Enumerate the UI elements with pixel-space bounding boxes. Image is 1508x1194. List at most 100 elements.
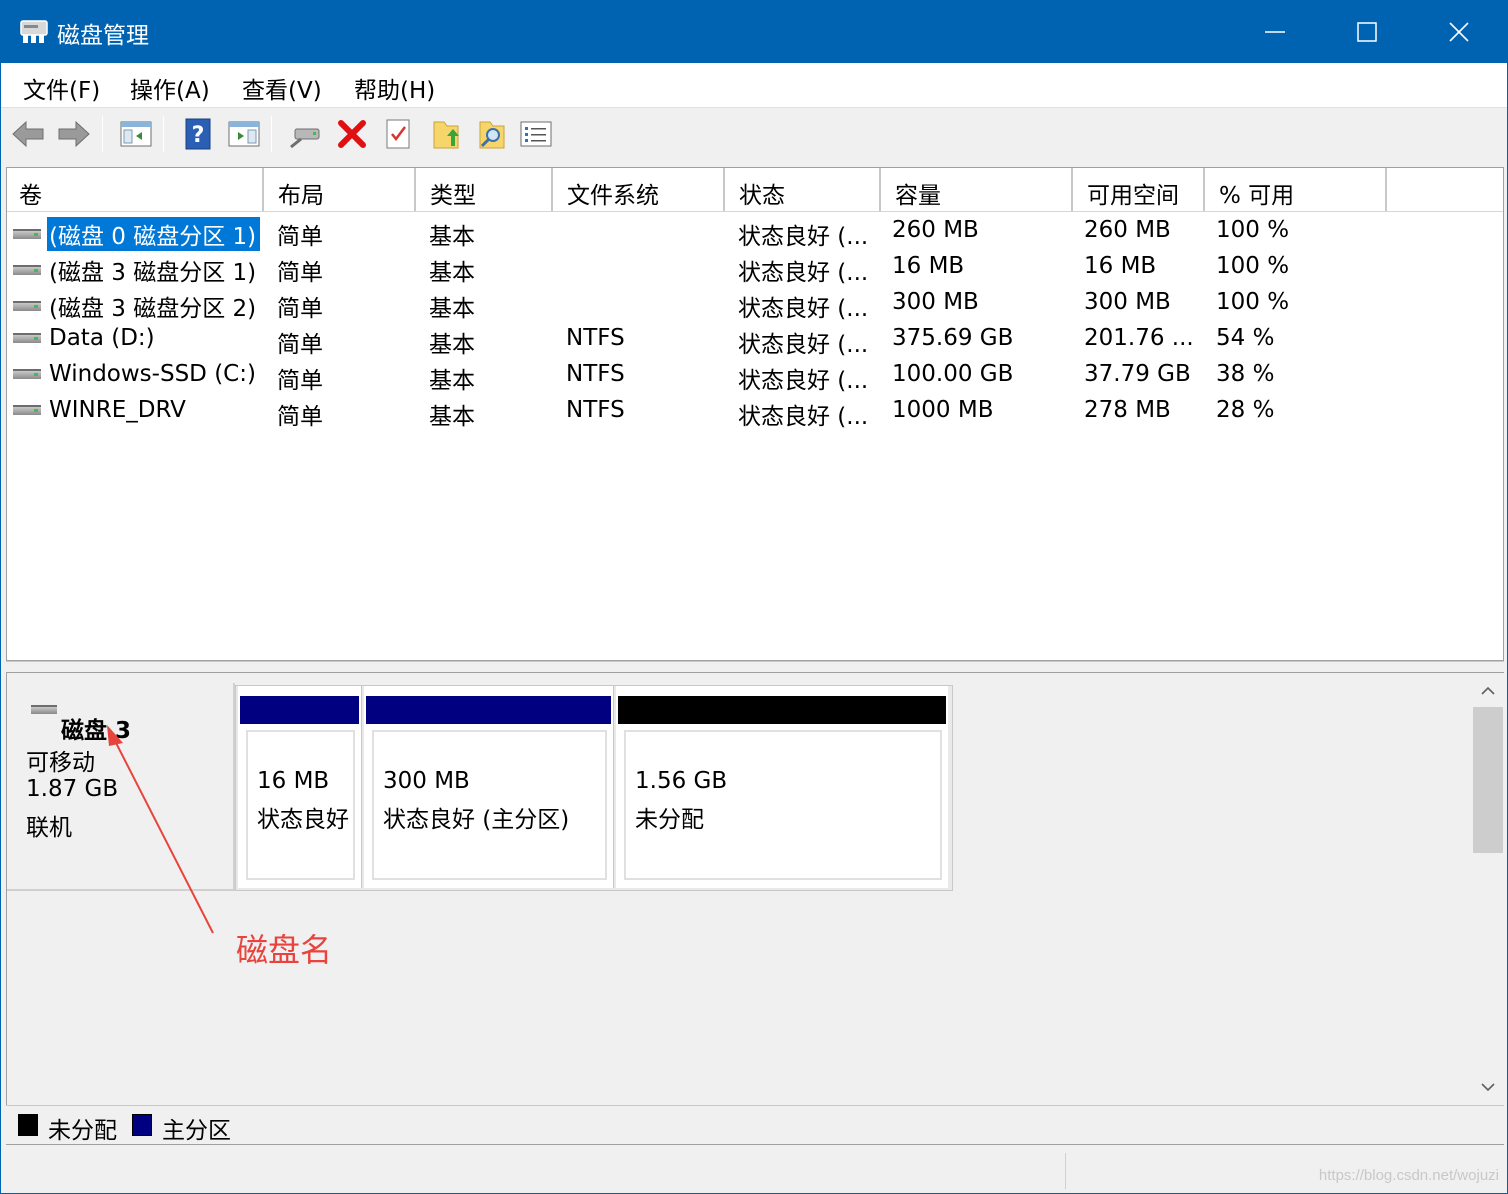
annotation-label: 磁盘名 [236, 931, 333, 969]
legend-label-unallocated: 未分配 [48, 1118, 117, 1144]
disk-info-panel[interactable]: 磁盘 3 可移动 1.87 GB 联机 [7, 683, 235, 891]
volume-list[interactable]: 卷 布局 类型 文件系统 状态 容量 可用空间 % 可用 (磁盘 0 磁盘分区 … [6, 167, 1504, 661]
properties-button[interactable] [381, 117, 415, 151]
column-header-filesystem[interactable]: 文件系统 [555, 168, 725, 211]
disk-name: 磁盘 3 [61, 718, 132, 744]
cell-fs: NTFS [566, 325, 625, 351]
close-icon [1449, 22, 1469, 42]
cell-volume: WINRE_DRV [13, 397, 190, 423]
column-header-percent-free[interactable]: % 可用 [1207, 168, 1387, 211]
column-header-capacity[interactable]: 容量 [883, 168, 1073, 211]
column-header-free-space[interactable]: 可用空间 [1075, 168, 1205, 211]
table-row[interactable]: Data (D:) 简单 基本 NTFS 状态良好 (... 375.69 GB 201.7… [7, 322, 1503, 358]
forward-button[interactable] [57, 117, 91, 151]
cell-status: 状态良好 (... [738, 332, 869, 358]
partition-size: 1.56 GB [635, 768, 728, 794]
status-separator [1065, 1153, 1066, 1189]
table-row[interactable]: WINRE_DRV 简单 基本 NTFS 状态良好 (... 1000 MB 278 MB 2… [7, 394, 1503, 430]
column-header-status[interactable]: 状态 [727, 168, 881, 211]
status-bar: https://blog.csdn.net/wojuzi [1, 1147, 1507, 1193]
scroll-down-icon[interactable] [1478, 1077, 1498, 1097]
disk-management-app-icon [20, 20, 48, 43]
connect-disk-icon [290, 128, 320, 149]
partition-size: 300 MB [383, 768, 470, 794]
maximize-icon [1357, 22, 1377, 42]
partition-block[interactable]: 300 MB 状态良好 (主分区) [364, 686, 614, 888]
cell-free: 16 MB [1084, 253, 1157, 279]
volume-icon [13, 229, 41, 239]
table-row[interactable]: (磁盘 0 磁盘分区 1) 简单 基本 状态良好 (... 260 MB 260 MB 10… [7, 214, 1503, 251]
disk-size: 1.87 GB [26, 776, 119, 802]
partition-block[interactable]: 16 MB 状态良好 [238, 686, 362, 888]
cell-free: 37.79 GB [1084, 361, 1191, 387]
cell-type: 基本 [429, 260, 475, 286]
delete-button[interactable] [335, 117, 369, 151]
column-header-type[interactable]: 类型 [418, 168, 553, 211]
cell-layout: 简单 [277, 368, 323, 394]
cell-volume: (磁盘 0 磁盘分区 1) [13, 217, 261, 251]
back-button[interactable] [11, 117, 45, 151]
maximize-button[interactable] [1321, 1, 1413, 63]
cell-pct: 38 % [1216, 361, 1275, 387]
volume-name: (磁盘 3 磁盘分区 2) [49, 296, 257, 322]
cell-capacity: 375.69 GB [892, 325, 1014, 351]
partition-color-bar [366, 696, 611, 724]
cell-fs: NTFS [566, 397, 625, 423]
volume-name: (磁盘 0 磁盘分区 1) [47, 217, 261, 251]
vertical-scrollbar[interactable] [1471, 673, 1505, 1105]
menu-bar: 文件(F) 操作(A) 查看(V) 帮助(H) [1, 63, 1507, 108]
column-header-layout[interactable]: 布局 [266, 168, 416, 211]
column-header-volume[interactable]: 卷 [7, 168, 264, 211]
cell-status: 状态良好 (... [738, 404, 869, 430]
cell-pct: 100 % [1216, 253, 1290, 279]
partition-block[interactable]: 1.56 GB 未分配 [616, 686, 948, 888]
volume-icon [13, 369, 41, 379]
toolbar-separator [102, 116, 103, 152]
connect-virtual-disk-button[interactable] [289, 117, 323, 151]
cell-type: 基本 [429, 368, 475, 394]
menu-file[interactable]: 文件(F) [23, 71, 100, 105]
disk-management-window: 磁盘管理 文件(F) 操作(A) 查看(V) 帮助(H) ? 卷 布局 类型 文… [0, 0, 1508, 1194]
cell-volume: Data (D:) [13, 325, 159, 351]
table-row[interactable]: Windows-SSD (C:) 简单 基本 NTFS 状态良好 (... 100.00 … [7, 358, 1503, 394]
close-button[interactable] [1413, 1, 1505, 63]
legend-swatch-unallocated [18, 1114, 38, 1136]
scrollbar-thumb[interactable] [1473, 707, 1503, 853]
scroll-up-icon[interactable] [1478, 681, 1498, 701]
partition-box: 300 MB 状态良好 (主分区) [372, 730, 607, 880]
menu-action[interactable]: 操作(A) [130, 71, 210, 105]
properties-icon [386, 119, 410, 149]
explore-button[interactable] [475, 117, 509, 151]
title-bar[interactable]: 磁盘管理 [1, 1, 1507, 63]
menu-view[interactable]: 查看(V) [242, 71, 322, 105]
show-hide-action-pane-button[interactable] [227, 117, 261, 151]
volume-name: WINRE_DRV [49, 397, 186, 423]
cell-volume: Windows-SSD (C:) [13, 361, 260, 387]
legend-label-primary: 主分区 [162, 1118, 231, 1144]
folder-up-icon [433, 121, 459, 149]
show-hide-console-tree-button[interactable] [119, 117, 153, 151]
cell-pct: 54 % [1216, 325, 1275, 351]
toolbar: ? [1, 108, 1507, 158]
disk-graphical-view: 磁盘 3 可移动 1.87 GB 联机 16 MB 状态良好 300 MB 状态… [6, 673, 1505, 1105]
cell-layout: 简单 [277, 260, 323, 286]
cell-volume: (磁盘 3 磁盘分区 2) [13, 289, 260, 323]
volume-icon [13, 301, 41, 311]
partition-box: 16 MB 状态良好 [246, 730, 355, 880]
cell-layout: 简单 [277, 224, 323, 250]
pane-splitter[interactable] [6, 661, 1504, 673]
disk-kind: 可移动 [26, 750, 95, 776]
cell-status: 状态良好 (... [738, 260, 869, 286]
volume-name: (磁盘 3 磁盘分区 1) [49, 260, 257, 286]
cell-capacity: 260 MB [892, 217, 979, 243]
table-row[interactable]: (磁盘 3 磁盘分区 2) 简单 基本 状态良好 (... 300 MB 300 MB 10… [7, 286, 1503, 322]
list-view-button[interactable] [519, 117, 553, 151]
menu-help[interactable]: 帮助(H) [354, 71, 435, 105]
up-one-level-button[interactable] [429, 117, 463, 151]
table-row[interactable]: (磁盘 3 磁盘分区 1) 简单 基本 状态良好 (... 16 MB 16 MB 100 … [7, 250, 1503, 286]
minimize-button[interactable] [1229, 1, 1321, 63]
partition-status: 未分配 [635, 807, 704, 833]
help-button[interactable]: ? [181, 117, 215, 151]
cell-capacity: 300 MB [892, 289, 979, 315]
cell-status: 状态良好 (... [738, 368, 869, 394]
